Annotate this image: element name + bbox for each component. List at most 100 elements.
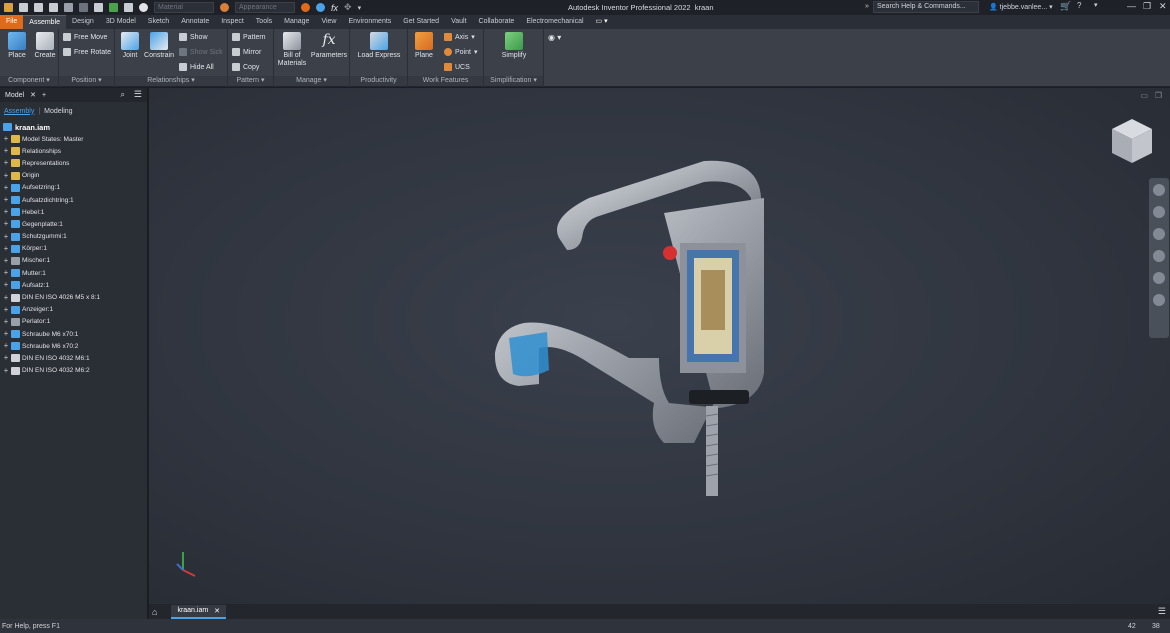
tab-get-started[interactable]: Get Started [397,15,445,29]
browser-tree-item[interactable]: + Origin [0,170,147,182]
free-move-button[interactable]: Free Move [63,33,107,41]
tab-vault[interactable]: Vault [445,15,472,29]
free-rotate-button[interactable]: Free Rotate [63,48,111,56]
minimize-icon[interactable]: — [1127,1,1136,11]
undo-icon[interactable] [64,3,73,12]
panel-position-label[interactable]: Position ▾ [59,76,114,86]
expand-icon[interactable]: + [3,330,9,338]
browser-tree-item[interactable]: + Schutzgummi:1 [0,231,147,243]
save-icon[interactable] [49,3,58,12]
browser-tab-close-icon[interactable]: ✕ [27,90,39,100]
viewport-minimize-icon[interactable]: ▭ [1140,91,1148,100]
app-icon[interactable] [4,3,13,12]
expand-icon[interactable]: + [3,208,9,216]
panel-component-label[interactable]: Component ▾ [0,76,58,86]
new-icon[interactable] [19,3,28,12]
browser-tree-item[interactable]: + Representations [0,157,147,169]
expand-icon[interactable]: + [3,135,9,143]
redo-icon[interactable] [79,3,88,12]
browser-tree-item[interactable]: + Relationships [0,145,147,157]
show-sick-button[interactable]: Show Sick [179,48,223,56]
cart-icon[interactable]: 🛒 [1060,1,1071,12]
viewport-maximize-icon[interactable]: ❐ [1155,91,1162,100]
fx-icon[interactable]: fx [331,3,338,13]
expand-icon[interactable]: + [3,305,9,314]
create-button[interactable]: Create [32,32,58,59]
panel-manage-label[interactable]: Manage ▾ [274,76,349,86]
browser-tree-item[interactable]: + DIN EN ISO 4032 M6:1 [0,352,147,364]
home-tab-icon[interactable]: ⌂ [152,607,157,617]
customize-icon[interactable]: ▾ [358,4,362,12]
ribbon-extra-dropdown-icon[interactable]: ◉ ▾ [548,33,561,42]
browser-tree-item[interactable]: + Aufsatz:1 [0,279,147,291]
expand-icon[interactable]: + [3,183,9,192]
subtab-modeling[interactable]: Modeling [44,108,72,115]
parameters-button[interactable]: fx Parameters [310,32,348,59]
browser-tree-item[interactable]: + Mischer:1 [0,255,147,267]
browser-tree-item[interactable]: + Schraube M6 x70:1 [0,328,147,340]
show-button[interactable]: Show [179,33,208,41]
tab-design[interactable]: Design [66,15,100,29]
tab-file[interactable]: File [0,15,24,29]
browser-tree-item[interactable]: + Perlator:1 [0,316,147,328]
appearance-dropdown[interactable]: Appearance [235,2,295,13]
ribbon-options-icon[interactable]: ▭ ▾ [590,15,614,29]
clear-override-icon[interactable] [139,3,148,12]
home-icon[interactable] [94,3,103,12]
tab-assemble[interactable]: Assemble [23,15,67,29]
panel-relationships-label[interactable]: Relationships ▾ [115,76,227,86]
constrain-button[interactable]: Constrain [143,32,175,59]
copy-button[interactable]: Copy [232,63,259,71]
help-icon[interactable]: ? [1077,1,1081,10]
viewcube-icon[interactable] [1109,117,1155,167]
open-icon[interactable] [34,3,43,12]
hide-all-button[interactable]: Hide All [179,63,214,71]
expand-icon[interactable]: + [3,269,9,277]
document-tabs-menu-icon[interactable]: ☰ [1158,606,1166,617]
expand-icon[interactable]: + [3,220,9,228]
select-icon[interactable] [124,3,133,12]
browser-tree-item[interactable]: + Anzeiger:1 [0,304,147,316]
tab-collaborate[interactable]: Collaborate [473,15,521,29]
browser-search-icon[interactable]: ⌕ [121,90,125,100]
tree-root[interactable]: kraan.iam [0,121,147,133]
expand-icon[interactable]: + [3,256,9,265]
color-icon[interactable] [301,3,310,12]
tab-3d-model[interactable]: 3D Model [100,15,142,29]
ucs-button[interactable]: UCS [444,63,470,71]
browser-tree-item[interactable]: + DIN EN ISO 4026 M5 x 8:1 [0,291,147,303]
panel-simplification-label[interactable]: Simplification ▾ [484,76,543,86]
faucet-model[interactable] [489,158,769,503]
document-tab-kraan[interactable]: kraan.iam ✕ [171,604,227,619]
plane-button[interactable]: Plane [412,32,436,59]
user-account[interactable]: 👤 tjebbe.vanlee... ▾ [989,3,1053,11]
expand-icon[interactable]: + [3,196,9,204]
orbit-icon[interactable] [1153,250,1165,262]
update-icon[interactable] [109,3,118,12]
tab-electromechanical[interactable]: Electromechanical [520,15,589,29]
browser-tab-model[interactable]: Model [2,91,27,100]
expand-icon[interactable]: + [3,232,9,241]
bom-button[interactable]: Bill of Materials [276,32,308,68]
expand-icon[interactable]: + [3,342,9,350]
expand-icon[interactable]: + [3,317,9,326]
browser-tree-item[interactable]: + Schraube M6 x70:2 [0,340,147,352]
pattern-button[interactable]: Pattern [232,33,266,41]
joint-button[interactable]: Joint [119,32,141,59]
expand-icon[interactable]: + [3,147,9,155]
expand-icon[interactable]: + [3,171,9,180]
tab-inspect[interactable]: Inspect [215,15,250,29]
simplify-button[interactable]: Simplify [496,32,532,59]
browser-tree-item[interactable]: + Model States: Master [0,133,147,145]
browser-tree-item[interactable]: + DIN EN ISO 4032 M6:2 [0,365,147,377]
appearance-nav-icon[interactable] [1153,294,1165,306]
browser-menu-icon[interactable]: ☰ [134,89,142,100]
steering-wheel-icon[interactable] [1153,184,1165,196]
search-help-input[interactable]: Search Help & Commands... [873,1,979,13]
zoom-icon[interactable] [1153,228,1165,240]
restore-icon[interactable]: ❐ [1143,1,1151,12]
expand-icon[interactable]: + [3,293,9,302]
browser-add-tab-icon[interactable]: + [39,91,49,100]
point-button[interactable]: Point ▾ [444,48,477,56]
material-dropdown[interactable]: Material [154,2,214,13]
